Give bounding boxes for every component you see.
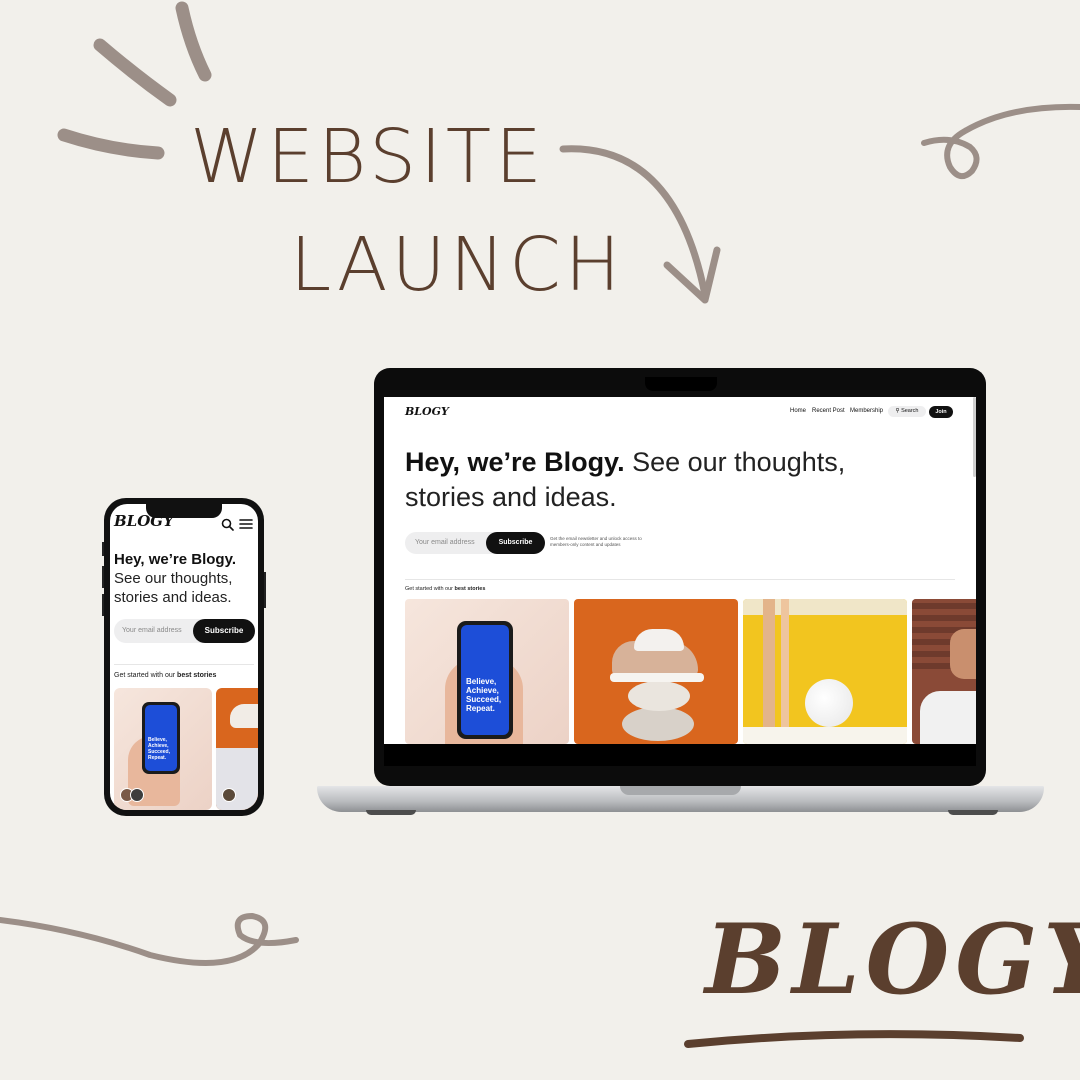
avatar-2 <box>130 788 144 802</box>
post-1 <box>763 599 775 744</box>
phone-notch <box>146 504 222 518</box>
newsletter-note: Get the email newsletter and unlock acce… <box>550 536 642 547</box>
phone-hero-bold: Hey, we’re Blogy. <box>114 551 236 568</box>
laptop-notch <box>620 786 741 795</box>
search-icon: ⚲ <box>895 408 900 414</box>
story-card-3[interactable] <box>743 599 907 744</box>
laptop-screen: BLOGY Home Recent Post Membership ⚲ Sear… <box>384 397 976 744</box>
swirl-doodle-top <box>921 103 1080 180</box>
site-logo[interactable]: BLOGY <box>405 405 449 418</box>
phone-card-screen: Believe, Achieve, Succeed, Repeat. <box>145 705 177 771</box>
screen-chin <box>384 744 976 766</box>
phone-hero-line1: See our thoughts, <box>114 570 233 587</box>
shoe-collar <box>634 629 684 651</box>
nav-membership[interactable]: Membership <box>850 408 883 414</box>
menu-icon[interactable] <box>239 518 253 530</box>
stories-bold: best stories <box>454 586 486 592</box>
phone-stories-prefix: Get started with our <box>114 672 176 679</box>
phone-card-shoe <box>230 704 258 728</box>
card-phone-text: Believe, Achieve, Succeed, Repeat. <box>466 677 502 713</box>
story-card-1[interactable]: Believe, Achieve, Succeed, Repeat. <box>405 599 569 744</box>
phone-stories-caption: Get started with our best stories <box>114 672 216 679</box>
laptop-foot-left <box>366 810 416 815</box>
hero-heading: Hey, we’re Blogy. See our thoughts, stor… <box>405 445 925 515</box>
scrollbar[interactable] <box>973 397 976 477</box>
laptop-foot-right <box>948 810 998 815</box>
stone-2 <box>628 681 690 711</box>
card-phone-screen: Believe, Achieve, Succeed, Repeat. <box>461 625 509 735</box>
camera-notch <box>645 377 717 391</box>
lamp-globe <box>805 679 853 727</box>
phone-story-card-1[interactable]: Believe, Achieve, Succeed, Repeat. <box>114 688 212 810</box>
shoe-sole <box>610 673 704 682</box>
stories-caption: Get started with our best stories <box>405 586 485 592</box>
avatar-3 <box>222 788 236 802</box>
phone-hero-line2: stories and ideas. <box>114 589 232 606</box>
nav-recent-post[interactable]: Recent Post <box>812 408 845 414</box>
search-button[interactable]: ⚲ Search <box>888 406 926 417</box>
phone-card-floor <box>216 748 258 810</box>
story-card-2[interactable] <box>574 599 738 744</box>
story-card-4[interactable] <box>912 599 976 744</box>
stone-1 <box>622 707 694 741</box>
brand-underline <box>684 1030 1024 1048</box>
phone-card-text: Believe, Achieve, Succeed, Repeat. <box>148 737 170 761</box>
swirl-doodle-bottom <box>0 912 299 966</box>
shelf-bottom <box>743 727 907 744</box>
phone-card-phone: Believe, Achieve, Succeed, Repeat. <box>142 702 180 774</box>
join-button[interactable]: Join <box>929 406 953 418</box>
search-label: Search <box>901 408 919 414</box>
stories-prefix: Get started with our <box>405 586 453 592</box>
search-icon[interactable] <box>221 518 234 531</box>
headline-line1: WEBSITE <box>190 114 546 200</box>
card-phone: Believe, Achieve, Succeed, Repeat. <box>457 621 513 739</box>
person-shirt <box>920 691 976 744</box>
phone-subscribe-button[interactable]: Subscribe <box>193 619 255 643</box>
phone-stories-bold: best stories <box>177 672 217 679</box>
subscribe-button[interactable]: Subscribe <box>486 532 545 554</box>
post-2 <box>781 599 789 729</box>
nav-home[interactable]: Home <box>790 408 806 414</box>
phone-screen: BLOGY Hey, we’re Blogy. See our thoughts… <box>110 504 258 810</box>
phone-divider <box>114 664 254 665</box>
phone-story-card-2[interactable] <box>216 688 258 810</box>
brand-wordmark: BLOGY <box>705 903 1080 1016</box>
hero-bold-text: Hey, we’re Blogy. <box>405 447 625 477</box>
headline-line2: LAUNCH <box>290 222 625 308</box>
person-head <box>950 629 976 679</box>
divider <box>405 579 955 580</box>
